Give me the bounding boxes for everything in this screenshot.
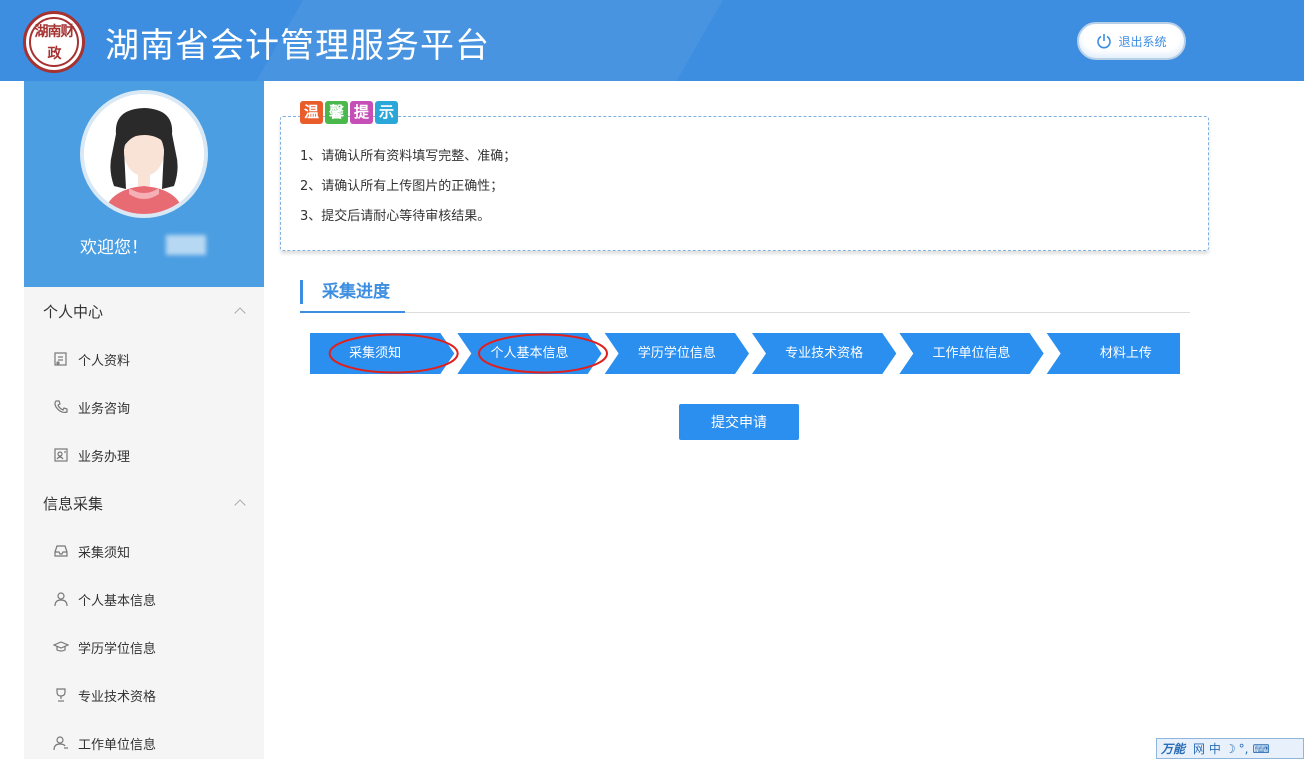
notice-line: 1、请确认所有资料填写完整、准确； (300, 149, 517, 164)
menu-group-personal-center[interactable]: 个人中心 (24, 287, 264, 335)
notice-badge-char: 馨 (325, 101, 348, 124)
sidebar-item-label: 个人基本信息 (78, 593, 157, 609)
sidebar-item-label: 业务咨询 (78, 401, 131, 417)
logo: 湖南财政 (23, 11, 85, 73)
username-redacted (166, 235, 206, 255)
ime-label: 万能 (1161, 742, 1186, 756)
notice-badge: 温 馨 提 示 (300, 101, 400, 124)
notice-line: 2、请确认所有上传图片的正确性； (300, 179, 504, 194)
sidebar-item-business-consulting[interactable]: 业务咨询 (24, 383, 264, 431)
logo-text: 湖南财政 (29, 17, 79, 67)
profile-card-icon (54, 352, 67, 366)
menu-group-info-collection[interactable]: 信息采集 (24, 479, 264, 527)
divider (300, 312, 1190, 313)
ime-mode: 网 中 (1193, 742, 1221, 756)
inbox-icon (54, 545, 68, 557)
progress-step-label[interactable]: 采集须知 (310, 333, 440, 374)
notice-badge-char: 温 (300, 101, 323, 124)
progress-steps: 采集须知 个人基本信息 学历学位信息 专业技术资格 工作单位信息 材料上传 (310, 333, 1180, 374)
phone-icon (54, 400, 68, 414)
progress-step-label[interactable]: 材料上传 (1061, 333, 1191, 374)
notice-badge-char: 示 (375, 101, 398, 124)
sidebar-item-label: 专业技术资格 (78, 689, 157, 705)
sidebar-item-label: 学历学位信息 (78, 641, 157, 657)
sidebar-item-basic-info[interactable]: 个人基本信息 (24, 575, 264, 623)
trophy-icon (56, 688, 66, 702)
sidebar-item-label: 业务办理 (78, 449, 131, 465)
keyboard-icon: ⌨ (1252, 741, 1270, 756)
progress-step-label[interactable]: 个人基本信息 (471, 333, 587, 374)
graduation-cap-icon (53, 641, 69, 652)
progress-step-label[interactable]: 工作单位信息 (913, 333, 1029, 374)
sidebar-item-business-handling[interactable]: 业务办理 (24, 431, 264, 479)
notice-line: 3、提交后请耐心等待审核结果。 (300, 209, 491, 224)
menu-group-label: 个人中心 (43, 302, 104, 321)
avatar (80, 90, 208, 218)
section-title: 采集进度 (300, 280, 390, 304)
punctuation-icon: °, (1238, 741, 1249, 756)
submit-application-button[interactable]: 提交申请 (679, 404, 799, 440)
chevron-up-icon (234, 499, 246, 511)
sidebar-item-professional-qualification[interactable]: 专业技术资格 (24, 671, 264, 719)
sidebar-item-personal-profile[interactable]: 个人资料 (24, 335, 264, 383)
app-header: 湖南财政 湖南省会计管理服务平台 退出系统 (0, 0, 1304, 81)
ime-toolbar[interactable]: 万能 网 中 ☽ °, ⌨ (1156, 738, 1304, 759)
progress-steps-graphic (310, 333, 1180, 374)
avatar-image (84, 94, 204, 214)
sidebar: 欢迎您！ 个人中心 个人资料 业务咨询 业务办理 信息采集 采集须知 个人基本信… (24, 81, 264, 759)
power-icon (1097, 34, 1112, 49)
sidebar-item-label: 采集须知 (78, 545, 131, 561)
progress-step-label[interactable]: 专业技术资格 (766, 333, 882, 374)
sidebar-item-employer-info[interactable]: 工作单位信息 (24, 719, 264, 759)
sidebar-item-education[interactable]: 学历学位信息 (24, 623, 264, 671)
sidebar-item-collection-notice[interactable]: 采集须知 (24, 527, 264, 575)
user-icon (54, 592, 68, 607)
app-title: 湖南省会计管理服务平台 (105, 26, 490, 66)
welcome-text: 欢迎您！ (80, 238, 148, 258)
sidebar-item-label: 个人资料 (78, 353, 131, 369)
logout-button[interactable]: 退出系统 (1077, 22, 1186, 60)
progress-step-label[interactable]: 学历学位信息 (619, 333, 735, 374)
sidebar-item-label: 工作单位信息 (78, 737, 157, 753)
user-badge-icon (53, 736, 68, 751)
moon-icon: ☽ (1224, 741, 1236, 756)
profile-panel: 欢迎您！ (24, 81, 264, 287)
section-title-underline (300, 311, 405, 313)
id-card-icon (54, 448, 68, 462)
menu-group-label: 信息采集 (43, 494, 104, 513)
chevron-up-icon (234, 307, 246, 319)
notice-badge-char: 提 (350, 101, 373, 124)
logout-label: 退出系统 (1118, 34, 1167, 49)
